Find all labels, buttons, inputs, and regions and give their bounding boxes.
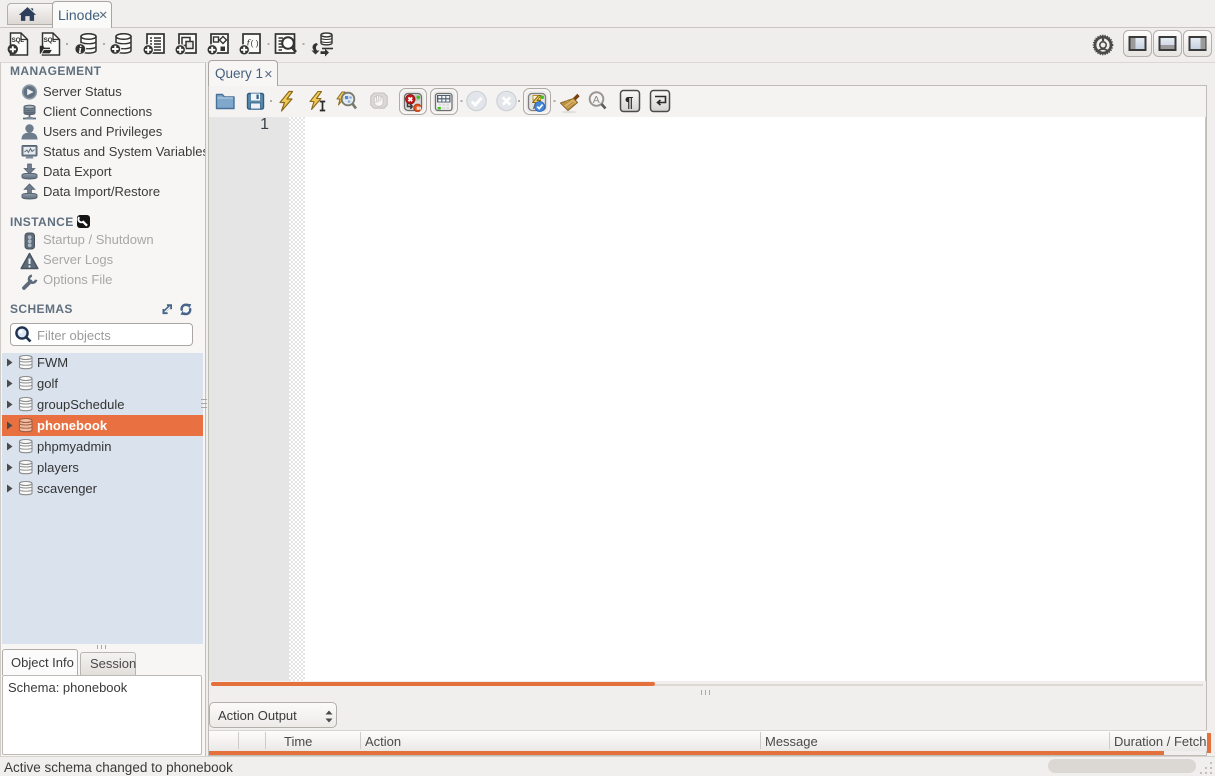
svg-text:¶: ¶ bbox=[625, 94, 633, 111]
svg-text:SQL: SQL bbox=[12, 37, 25, 44]
svg-text:( ): ( ) bbox=[251, 38, 259, 48]
svg-text:SQL: SQL bbox=[44, 37, 57, 44]
svg-text:A: A bbox=[593, 94, 600, 106]
